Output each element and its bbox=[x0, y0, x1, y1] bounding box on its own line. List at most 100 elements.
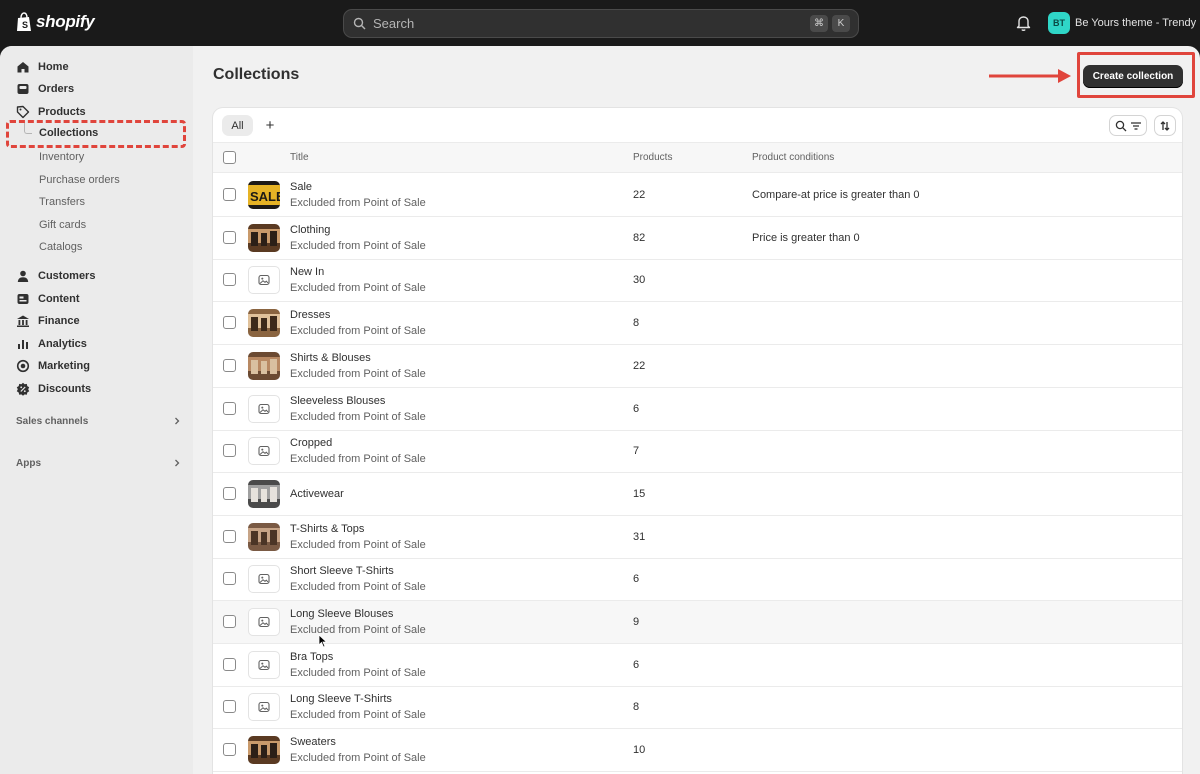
collection-title[interactable]: Cropped bbox=[290, 437, 332, 449]
collection-title[interactable]: Clothing bbox=[290, 224, 330, 236]
row-checkbox[interactable] bbox=[223, 230, 236, 244]
collection-subtitle: Excluded from Point of Sale bbox=[290, 709, 426, 722]
collections-card: All + Title Products Product conditions … bbox=[213, 108, 1182, 774]
row-checkbox[interactable] bbox=[223, 657, 236, 671]
collection-title[interactable]: Short Sleeve T-Shirts bbox=[290, 565, 394, 577]
collection-title[interactable]: Sleeveless Blouses bbox=[290, 395, 385, 407]
row-checkbox[interactable] bbox=[223, 316, 236, 330]
shortcut-key-cmd: ⌘ bbox=[810, 15, 828, 32]
table-row[interactable]: Dresses Excluded from Point of Sale 8 bbox=[213, 302, 1182, 346]
collection-title[interactable]: T-Shirts & Tops bbox=[290, 523, 364, 535]
collection-title[interactable]: Shirts & Blouses bbox=[290, 352, 371, 364]
row-checkbox[interactable] bbox=[223, 401, 236, 415]
sidebar-item-purchase-orders[interactable]: Purchase orders bbox=[39, 171, 120, 189]
thumbnail-image bbox=[248, 351, 280, 380]
product-count: 6 bbox=[633, 573, 640, 586]
sidebar-item-home[interactable]: Home bbox=[16, 57, 69, 77]
row-checkbox[interactable] bbox=[223, 529, 236, 543]
collection-subtitle: Excluded from Point of Sale bbox=[290, 410, 426, 423]
search-filter-button[interactable] bbox=[1109, 115, 1147, 136]
column-products[interactable]: Products bbox=[633, 152, 672, 163]
product-count: 15 bbox=[633, 487, 646, 500]
sidebar-item-finance[interactable]: Finance bbox=[16, 311, 80, 331]
sidebar-item-collections[interactable]: Collections bbox=[39, 127, 98, 139]
sidebar-item-marketing[interactable]: Marketing bbox=[16, 356, 90, 376]
thumbnail-placeholder bbox=[248, 650, 280, 679]
discount-icon bbox=[16, 382, 30, 396]
table-row[interactable]: New In Excluded from Point of Sale 30 bbox=[213, 259, 1182, 303]
collection-title[interactable]: Sale bbox=[290, 181, 312, 193]
search-bar[interactable]: Search ⌘ K bbox=[343, 9, 859, 38]
sidebar-item-customers[interactable]: Customers bbox=[16, 266, 95, 286]
collection-title[interactable]: New In bbox=[290, 266, 324, 278]
select-all-checkbox[interactable] bbox=[223, 151, 236, 164]
row-checkbox[interactable] bbox=[223, 188, 236, 201]
collection-photo bbox=[248, 522, 280, 551]
add-view-button[interactable]: + bbox=[263, 115, 277, 136]
table-row[interactable]: Shirts & Blouses Excluded from Point of S… bbox=[213, 345, 1182, 388]
table-row[interactable]: SALE Sale Excluded from Point of Sale 22 Com… bbox=[213, 174, 1182, 217]
row-checkbox[interactable] bbox=[223, 444, 236, 458]
row-checkbox[interactable] bbox=[223, 273, 236, 287]
create-collection-button[interactable]: Create collection bbox=[1083, 65, 1183, 88]
orders-icon bbox=[17, 84, 29, 94]
sidebar-item-products[interactable]: Products bbox=[16, 102, 86, 122]
row-checkbox[interactable] bbox=[223, 615, 236, 628]
collection-subtitle: Excluded from Point of Sale bbox=[290, 197, 426, 209]
collection-title[interactable]: Activewear bbox=[290, 488, 344, 500]
table-row[interactable]: Sleeveless Blouses Excluded from Point of… bbox=[213, 388, 1182, 431]
sidebar-label-customers: Customers bbox=[38, 270, 96, 282]
sidebar-item-analytics[interactable]: Analytics bbox=[16, 334, 87, 354]
thumbnail-image: SALE bbox=[248, 181, 280, 209]
search-placeholder: Search bbox=[373, 16, 415, 31]
sidebar-label-analytics: Analytics bbox=[38, 338, 87, 350]
collection-photo bbox=[248, 479, 280, 508]
sidebar-item-content[interactable]: Content bbox=[16, 289, 80, 309]
product-count: 6 bbox=[633, 658, 640, 671]
sidebar-item-catalogs[interactable]: Catalogs bbox=[39, 238, 82, 256]
row-checkbox[interactable] bbox=[223, 743, 236, 757]
search-icon bbox=[1115, 120, 1126, 131]
filter-icon bbox=[1130, 121, 1141, 130]
logo-text: shopify bbox=[36, 12, 95, 31]
table-row[interactable]: Cropped Excluded from Point of Sale 7 bbox=[213, 430, 1182, 474]
table-row[interactable]: T-Shirts & Tops Excluded from Point of Sa… bbox=[213, 516, 1182, 559]
sidebar-item-inventory[interactable]: Inventory bbox=[39, 148, 84, 166]
table-row[interactable]: Short Sleeve T-Shirts Excluded from Point… bbox=[213, 558, 1182, 602]
tab-all[interactable]: All bbox=[222, 115, 253, 136]
collection-title[interactable]: Long Sleeve T-Shirts bbox=[290, 693, 392, 705]
thumbnail-placeholder bbox=[248, 394, 280, 423]
sort-button[interactable] bbox=[1154, 115, 1176, 136]
collection-title[interactable]: Dresses bbox=[290, 309, 330, 321]
row-checkbox[interactable] bbox=[223, 700, 236, 714]
tag-icon bbox=[16, 105, 30, 119]
row-checkbox[interactable] bbox=[223, 358, 236, 372]
sidebar-item-discounts[interactable]: Discounts bbox=[16, 379, 91, 399]
product-count: 31 bbox=[633, 530, 646, 543]
table-row[interactable]: Bra Tops Excluded from Point of Sale 6 bbox=[213, 644, 1182, 687]
sidebar-item-transfers[interactable]: Transfers bbox=[39, 193, 85, 211]
table-row[interactable]: Long Sleeve Blouses Excluded from Point o… bbox=[213, 601, 1182, 644]
bell-icon[interactable] bbox=[1015, 14, 1032, 32]
collection-subtitle: Excluded from Point of Sale bbox=[290, 581, 426, 594]
shopify-logo[interactable]: S shopify bbox=[16, 12, 95, 32]
table-row[interactable]: Long Sleeve T-Shirts Excluded from Point … bbox=[213, 686, 1182, 730]
sidebar-section-sales-channels[interactable]: Sales channels bbox=[16, 412, 182, 430]
store-switcher[interactable]: BT Be Yours theme - Trendy bbox=[1048, 12, 1196, 34]
table-row[interactable]: Sweaters Excluded from Point of Sale 10 bbox=[213, 729, 1182, 773]
sidebar: Home Orders Products Collections Invento… bbox=[0, 46, 193, 774]
sidebar-label-finance: Finance bbox=[38, 315, 80, 327]
sidebar-section-apps[interactable]: Apps bbox=[16, 454, 182, 472]
svg-text:SALE: SALE bbox=[250, 189, 280, 204]
sidebar-item-gift-cards[interactable]: Gift cards bbox=[39, 216, 86, 234]
sidebar-item-orders[interactable]: Orders bbox=[16, 79, 74, 99]
collection-title[interactable]: Sweaters bbox=[290, 736, 336, 748]
collection-title[interactable]: Bra Tops bbox=[290, 651, 333, 663]
product-condition: Compare-at price is greater than 0 bbox=[752, 189, 920, 201]
row-checkbox[interactable] bbox=[223, 572, 236, 586]
column-title[interactable]: Title bbox=[290, 152, 309, 163]
collection-title[interactable]: Long Sleeve Blouses bbox=[290, 608, 393, 620]
table-row[interactable]: Activewear 15 bbox=[213, 473, 1182, 516]
table-row[interactable]: Clothing Excluded from Point of Sale 82 Pri… bbox=[213, 217, 1182, 260]
row-checkbox[interactable] bbox=[223, 486, 236, 500]
